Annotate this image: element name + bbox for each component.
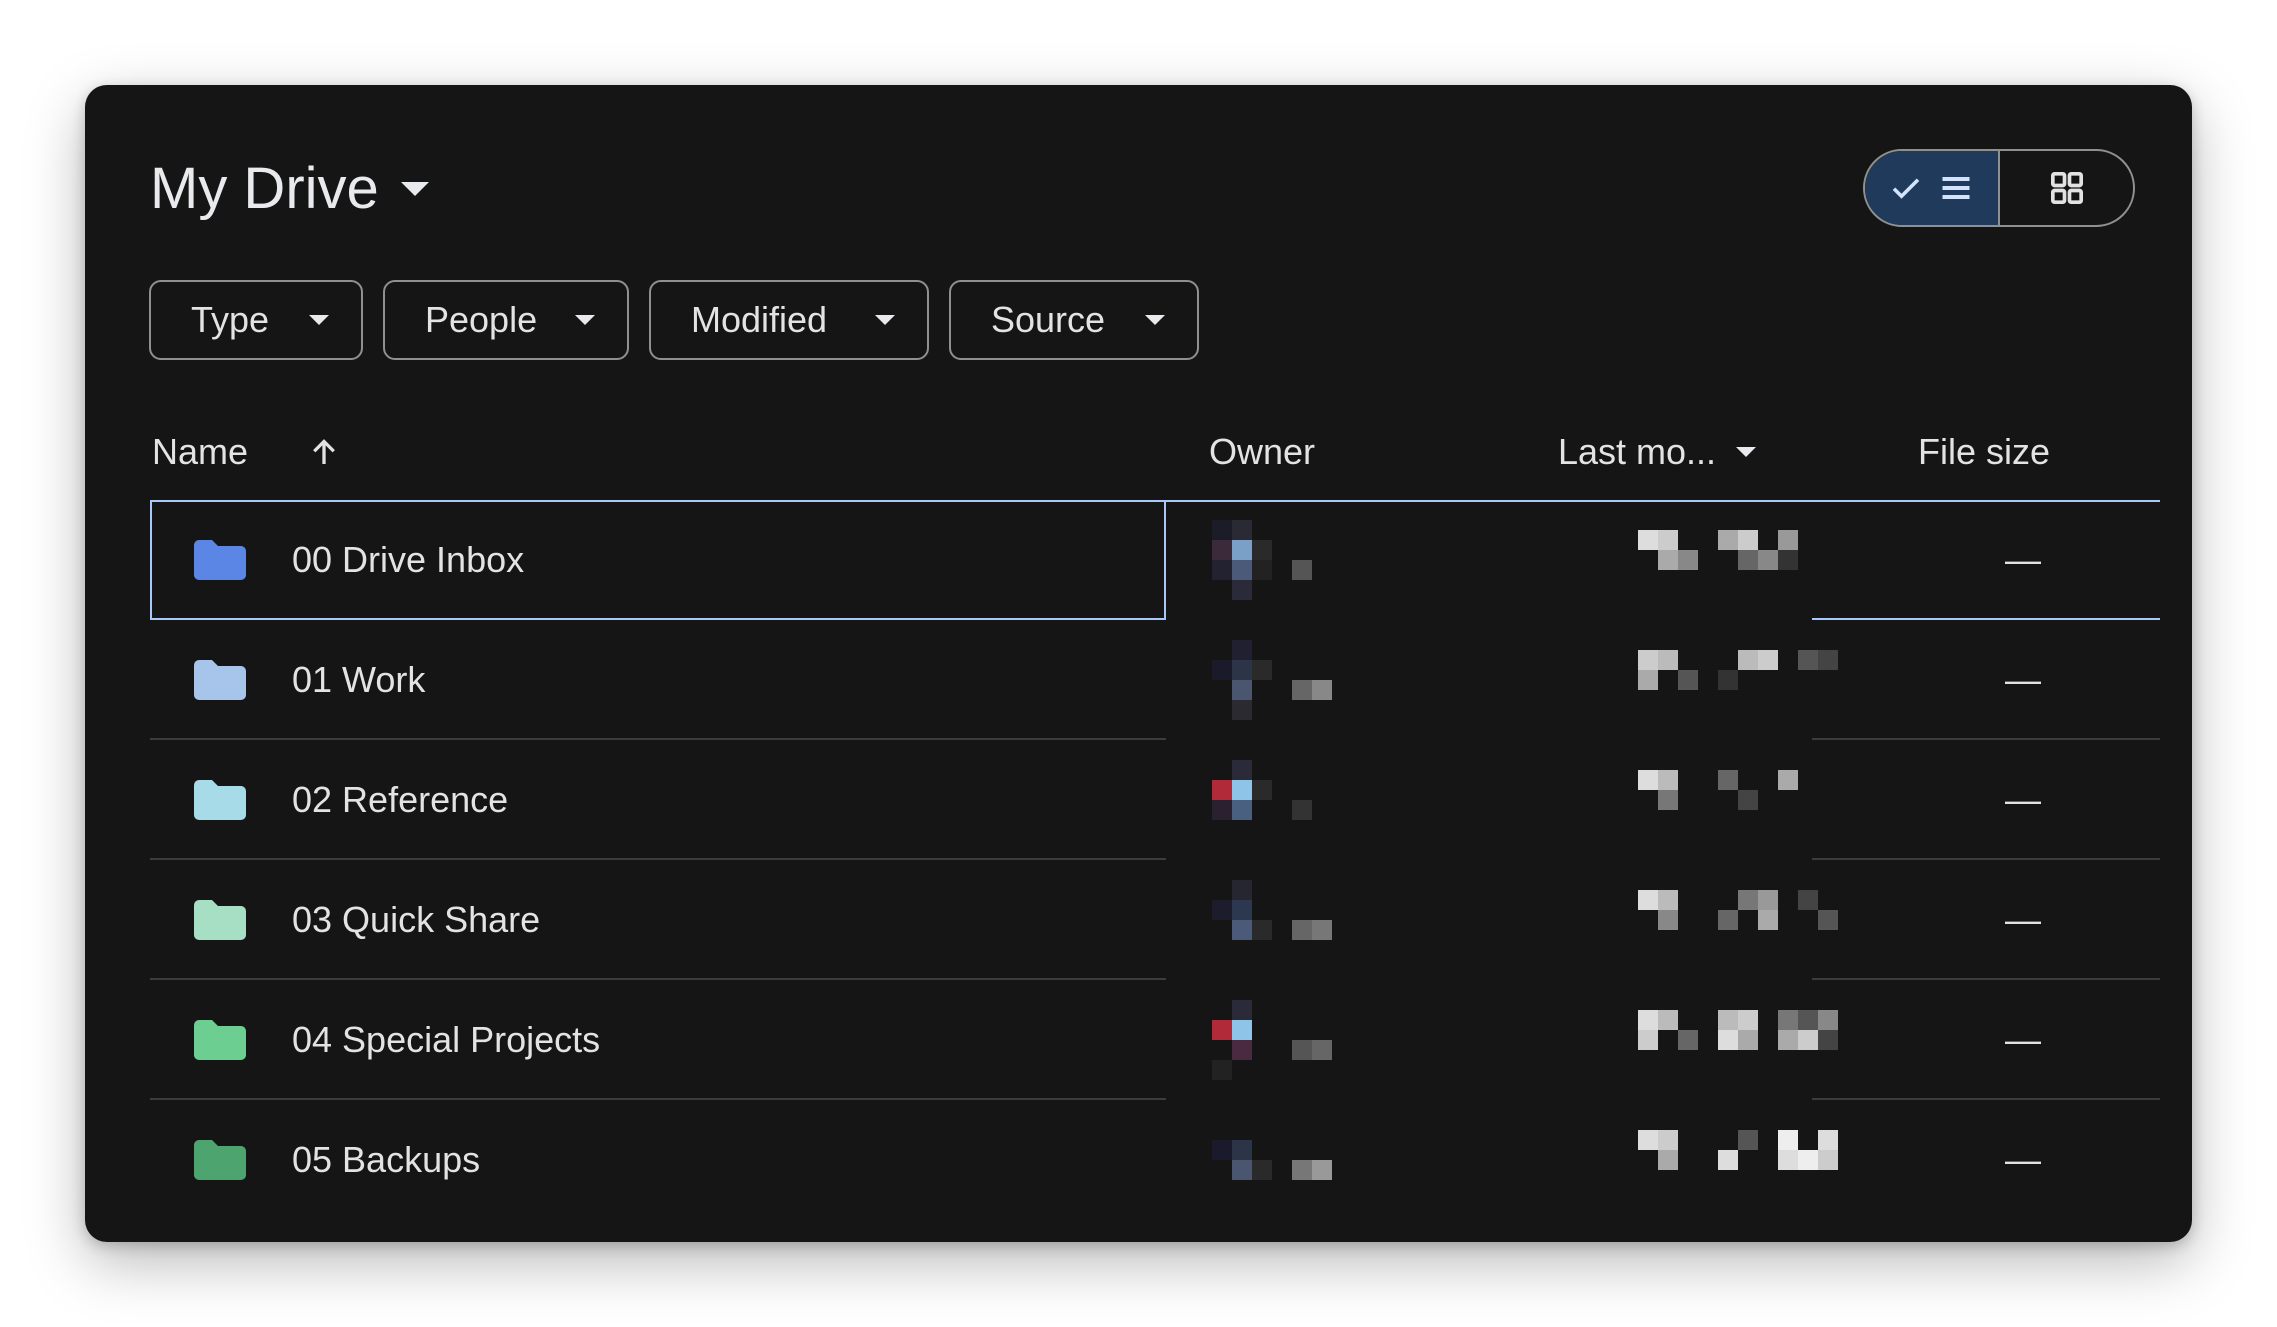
folder-icon	[194, 780, 246, 820]
filter-modified[interactable]: Modified	[649, 280, 929, 360]
check-icon	[1892, 178, 1919, 199]
column-file-size[interactable]: File size	[1918, 417, 2050, 487]
folder-icon	[194, 900, 246, 940]
column-name[interactable]: Name	[152, 417, 342, 487]
table-row[interactable]: 05 Backups —	[150, 1100, 2162, 1220]
caret-down-icon	[309, 315, 329, 325]
file-size: —	[2005, 899, 2041, 940]
caret-down-icon	[875, 315, 895, 325]
page-title: My Drive	[150, 156, 379, 221]
table-row[interactable]: 03 Quick Share —	[150, 860, 2162, 980]
folder-icon	[194, 1140, 246, 1180]
column-owner-label: Owner	[1209, 431, 1316, 472]
filter-type[interactable]: Type	[149, 280, 363, 360]
table-header: Name Owner Last mo... File size	[85, 417, 2192, 487]
last-modified-redacted	[1638, 1130, 1868, 1190]
last-modified-redacted	[1638, 770, 1868, 830]
owner-avatar-redacted	[1212, 760, 1332, 840]
folder-icon	[194, 660, 246, 700]
column-name-label: Name	[152, 431, 249, 472]
file-size: —	[2005, 1139, 2041, 1180]
folder-icon	[194, 540, 246, 580]
last-modified-redacted	[1638, 650, 1868, 710]
last-modified-redacted	[1638, 890, 1868, 950]
file-list: 00 Drive Inbox — 01 Work — 02 Reference …	[150, 500, 2162, 1220]
file-name: 03 Quick Share	[292, 899, 541, 940]
folder-icon	[194, 1020, 246, 1060]
filter-label: Type	[191, 299, 270, 340]
last-modified-redacted	[1638, 1010, 1868, 1070]
drive-window: My Drive Type People Modified Source Nam…	[85, 85, 2192, 1242]
file-size: —	[2005, 1019, 2041, 1060]
filter-people[interactable]: People	[383, 280, 629, 360]
grid-view-button[interactable]	[2000, 151, 2133, 225]
filter-label: People	[425, 299, 538, 340]
column-last-modified[interactable]: Last mo...	[1558, 417, 1757, 487]
table-row[interactable]: 02 Reference —	[150, 740, 2162, 860]
owner-avatar-redacted	[1212, 1120, 1332, 1200]
filter-label: Source	[991, 299, 1106, 340]
file-name: 04 Special Projects	[292, 1019, 601, 1060]
table-row[interactable]: 00 Drive Inbox —	[150, 500, 2162, 620]
last-modified-redacted	[1638, 530, 1868, 590]
table-row[interactable]: 04 Special Projects —	[150, 980, 2162, 1100]
owner-avatar-redacted	[1212, 880, 1332, 960]
sort-ascending-arrow-icon[interactable]	[306, 432, 342, 472]
owner-avatar-redacted	[1212, 520, 1332, 600]
owner-avatar-redacted	[1212, 1000, 1332, 1080]
file-size: —	[2005, 539, 2041, 580]
file-name: 01 Work	[292, 659, 426, 700]
filter-label: Modified	[691, 299, 828, 340]
list-view-button[interactable]	[1865, 151, 2000, 225]
my-drive-title-dropdown[interactable]: My Drive	[150, 155, 429, 222]
column-last-modified-label: Last mo...	[1558, 431, 1717, 472]
caret-down-icon	[575, 315, 595, 325]
file-name: 05 Backups	[292, 1139, 481, 1180]
list-icon	[1942, 177, 1969, 199]
column-file-size-label: File size	[1918, 431, 2051, 472]
file-name: 02 Reference	[292, 779, 509, 820]
table-row[interactable]: 01 Work —	[150, 620, 2162, 740]
column-owner[interactable]: Owner	[1209, 417, 1315, 487]
caret-down-icon	[400, 181, 429, 196]
file-size: —	[2005, 659, 2041, 700]
file-name: 00 Drive Inbox	[292, 539, 525, 580]
caret-down-icon	[1736, 447, 1757, 457]
grid-icon	[2050, 172, 2083, 204]
owner-avatar-redacted	[1212, 640, 1332, 720]
filter-source[interactable]: Source	[949, 280, 1199, 360]
file-size: —	[2005, 779, 2041, 820]
caret-down-icon	[1145, 315, 1165, 325]
view-toggle	[1863, 149, 2135, 227]
